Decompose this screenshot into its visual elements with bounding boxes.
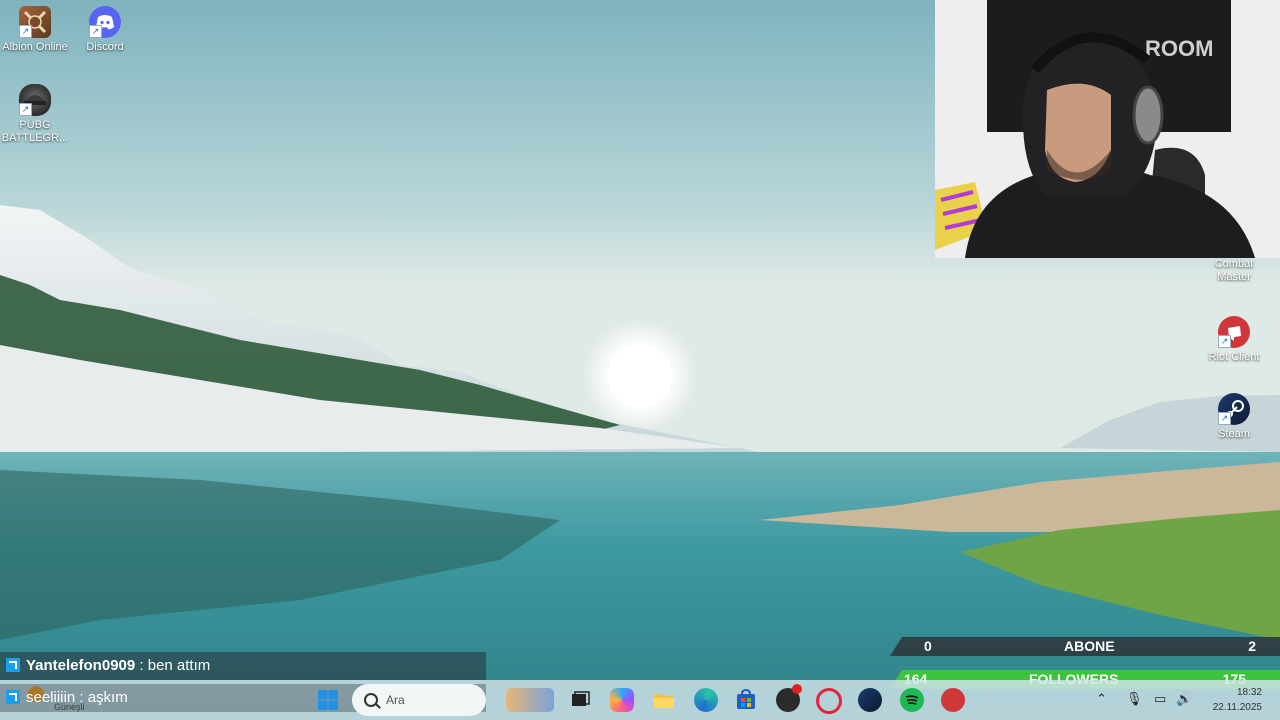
desktop-icon-label: Steam: [1218, 428, 1250, 440]
taskbar-search[interactable]: Ara: [352, 684, 486, 716]
abone-left-count: 0: [924, 638, 932, 654]
desktop-shortcut-pubg[interactable]: ↗ PUBG BATTLEGR...: [0, 84, 70, 145]
taskbar: Güneşli seeliiiin : aşkım Ara ⌃ 🎙 ▭ 🔊 18…: [0, 680, 1280, 720]
shortcut-arrow-icon: ↗: [1218, 412, 1231, 425]
network-icon[interactable]: ▭: [1154, 691, 1166, 707]
obs-icon[interactable]: [776, 684, 802, 712]
albion-online-icon: ↗: [19, 6, 51, 38]
chat-username: Yantelefon0909: [26, 657, 136, 674]
opera-gx-icon[interactable]: [816, 688, 842, 714]
chat-username: seeliiiin: [26, 689, 76, 706]
desktop-shortcut-combat-master[interactable]: Combat Master: [1199, 258, 1269, 284]
chevron-up-icon[interactable]: ⌃: [1096, 691, 1107, 707]
pubg-icon: ↗: [19, 84, 51, 116]
abone-stat-bar: 0 ABONE 2: [890, 637, 1280, 656]
search-icon: [364, 693, 378, 707]
desktop-icon-label: Albion Online: [2, 41, 68, 53]
kick-badge-icon: [6, 690, 20, 704]
riot-taskbar-icon[interactable]: [941, 688, 965, 712]
shortcut-arrow-icon: ↗: [89, 25, 102, 38]
taskbar-clock[interactable]: 18:32 22.11.2025: [1213, 685, 1262, 715]
webcam-banner-text: ROOM: [1145, 36, 1213, 61]
steam-icon: ↗: [1218, 393, 1250, 425]
kick-badge-icon: [6, 658, 20, 672]
chat-text: : ben attım: [135, 657, 211, 674]
chat-message: Yantelefon0909 : ben attım: [0, 652, 486, 680]
riot-client-icon: ↗: [1218, 316, 1250, 348]
shortcut-arrow-icon: ↗: [19, 25, 32, 38]
webcam-overlay: ROOM: [935, 0, 1280, 258]
copilot-icon[interactable]: [610, 688, 634, 712]
task-view-icon[interactable]: [568, 688, 592, 712]
recording-dot-icon: [792, 684, 802, 694]
shortcut-arrow-icon: ↗: [1218, 335, 1231, 348]
clock-date: 22.11.2025: [1212, 702, 1262, 713]
system-tray: ⌃ 🎙 ▭ 🔊: [1094, 680, 1214, 720]
desktop-shortcut-albion-online[interactable]: ↗ Albion Online: [0, 6, 70, 54]
search-placeholder: Ara: [386, 693, 405, 707]
desktop-icon-label: Discord: [86, 41, 124, 53]
start-button[interactable]: [316, 688, 340, 712]
desktop-shortcut-discord[interactable]: ↗ Discord: [70, 6, 140, 54]
chat-text: : aşkım: [75, 689, 128, 706]
desktop-icon-label: Combat Master: [1214, 258, 1254, 283]
desktop-icon-label: PUBG BATTLEGR...: [1, 119, 69, 144]
steam-taskbar-icon[interactable]: [858, 688, 882, 712]
discord-icon: ↗: [89, 6, 121, 38]
microphone-icon[interactable]: 🎙: [1126, 691, 1143, 707]
store-icon[interactable]: [734, 688, 758, 712]
shortcut-arrow-icon: ↗: [19, 103, 32, 116]
windows-logo-icon: [318, 690, 338, 710]
desktop-icon-label: Riot Client: [1208, 351, 1260, 363]
spotify-icon[interactable]: [900, 688, 924, 712]
abone-right-count: 2: [1248, 638, 1256, 654]
edge-icon[interactable]: [694, 688, 718, 712]
clock-time: 18:32: [1236, 687, 1262, 698]
abone-label: ABONE: [1064, 638, 1115, 654]
widgets-icon[interactable]: [506, 688, 554, 712]
desktop-shortcut-riot-client[interactable]: ↗ Riot Client: [1199, 316, 1269, 364]
volume-icon[interactable]: 🔊: [1176, 691, 1192, 707]
file-explorer-icon[interactable]: [652, 688, 676, 712]
desktop-shortcut-steam[interactable]: ↗ Steam: [1199, 393, 1269, 441]
